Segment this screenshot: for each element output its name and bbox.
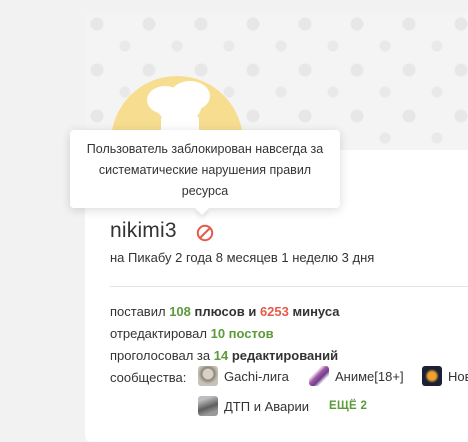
ban-tooltip-text: Пользователь заблокирован навсегда за си… [86, 142, 324, 198]
profile-tenure: на Пикабу 2 года 8 месяцев 1 неделю 3 дн… [110, 250, 375, 265]
edit-votes-label: редактирований [228, 348, 339, 363]
stat-edits: отредактировал 10 постов [110, 326, 274, 341]
edits-count[interactable]: 10 постов [211, 326, 274, 341]
community-chip[interactable]: ДТП и Аварии [198, 396, 309, 416]
community-chip[interactable]: Аниме[18+] [309, 366, 404, 386]
community-name: Аниме[18+] [335, 368, 404, 384]
stat-votes: поставил 108 плюсов и 6253 минуса [110, 304, 339, 319]
gachi-avatar-icon [198, 366, 218, 386]
community-chip[interactable]: Gachi-лига [198, 366, 289, 386]
anime-avatar-icon [309, 366, 329, 386]
stat-edit-votes-prefix: проголосовал за [110, 348, 214, 363]
stat-edits-prefix: отредактировал [110, 326, 211, 341]
community-name: ДТП и Аварии [224, 398, 309, 414]
community-name: Gachi-лига [224, 368, 289, 384]
and-label: и [244, 304, 260, 319]
space-avatar-icon [422, 366, 442, 386]
ban-tooltip: Пользователь заблокирован навсегда за си… [70, 130, 340, 208]
edit-votes-count: 14 [213, 348, 229, 363]
community-name: Нов [448, 368, 468, 384]
username[interactable]: nikimi3 [110, 219, 177, 243]
divider [110, 286, 468, 287]
community-chip[interactable]: Нов [422, 366, 468, 386]
minuses-label: минуса [288, 304, 340, 319]
crash-avatar-icon [198, 396, 218, 416]
more-communities-button[interactable]: ЕЩЁ 2 [329, 400, 367, 412]
communities-label: сообщества: [110, 370, 187, 385]
pluses-count: 108 [169, 304, 191, 319]
stat-edit-votes: проголосовал за 14 редактирований [110, 348, 338, 363]
stat-votes-prefix: поставил [110, 304, 170, 319]
ban-icon[interactable] [196, 224, 214, 242]
pluses-label: плюсов [190, 304, 245, 319]
minuses-count: 6253 [259, 304, 289, 319]
